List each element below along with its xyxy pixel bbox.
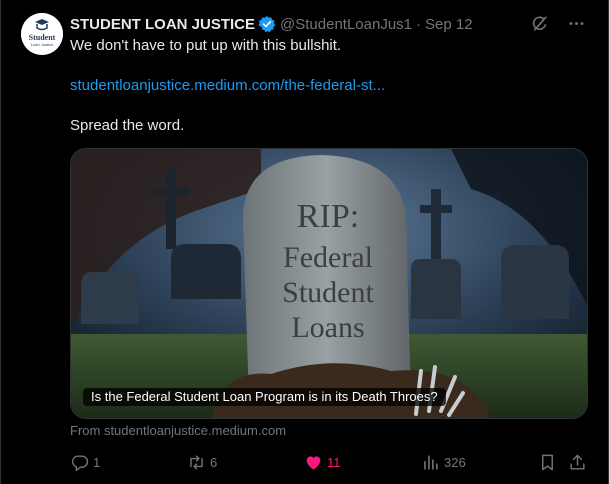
grok-icon[interactable] <box>530 14 549 33</box>
separator-dot: · <box>416 15 422 33</box>
more-icon[interactable] <box>567 14 586 33</box>
bookmark-icon <box>538 453 557 472</box>
tombstone-line2: Federal <box>283 241 373 274</box>
share-button[interactable] <box>568 450 587 474</box>
tweet-header: STUDENT LOAN JUSTICE @StudentLoanJus1 · … <box>70 14 473 34</box>
reply-button[interactable]: 1 <box>70 450 100 474</box>
link-card[interactable]: RIP: Federal Student Loans Is the Federa… <box>70 148 588 419</box>
author-handle[interactable]: @StudentLoanJus1 <box>280 16 412 33</box>
author-name[interactable]: STUDENT LOAN JUSTICE <box>70 16 255 33</box>
reply-icon <box>70 453 89 472</box>
reply-count: 1 <box>93 454 101 470</box>
share-icon <box>568 453 587 472</box>
retweet-icon <box>187 453 206 472</box>
card-source[interactable]: From studentloanjustice.medium.com <box>70 423 286 438</box>
card-image: RIP: Federal Student Loans <box>71 149 587 418</box>
retweet-count: 6 <box>210 454 218 470</box>
avatar[interactable]: Student Loan Justice <box>21 13 63 55</box>
retweet-button[interactable]: 6 <box>187 450 217 474</box>
avatar-line1: Student <box>29 33 56 42</box>
avatar-line2: Loan Justice <box>31 42 54 47</box>
top-icons <box>530 14 586 33</box>
card-caption[interactable]: Is the Federal Student Loan Program is i… <box>83 388 446 406</box>
like-button[interactable]: 11 <box>304 450 341 474</box>
tombstone-line3: Student <box>282 276 374 309</box>
action-bar: 1 6 11 326 <box>1 450 609 474</box>
heart-icon <box>304 453 323 472</box>
tombstone-line4: Loans <box>291 311 364 344</box>
tweet-text-line1: We don't have to put up with this bullsh… <box>70 37 342 54</box>
bookmark-button[interactable] <box>538 450 557 474</box>
tombstone-line1: RIP: <box>297 198 359 235</box>
view-count: 326 <box>444 454 466 470</box>
tweet-link[interactable]: studentloanjustice.medium.com/the-federa… <box>70 76 385 96</box>
tweet-card[interactable]: Student Loan Justice STUDENT LOAN JUSTIC… <box>0 0 609 484</box>
tweet-text-line2: Spread the word. <box>70 117 185 134</box>
tweet-date[interactable]: Sep 12 <box>425 16 473 33</box>
views-icon <box>421 453 440 472</box>
views-button[interactable]: 326 <box>421 450 466 474</box>
like-count: 11 <box>327 454 341 470</box>
verified-badge-icon[interactable] <box>258 15 276 33</box>
